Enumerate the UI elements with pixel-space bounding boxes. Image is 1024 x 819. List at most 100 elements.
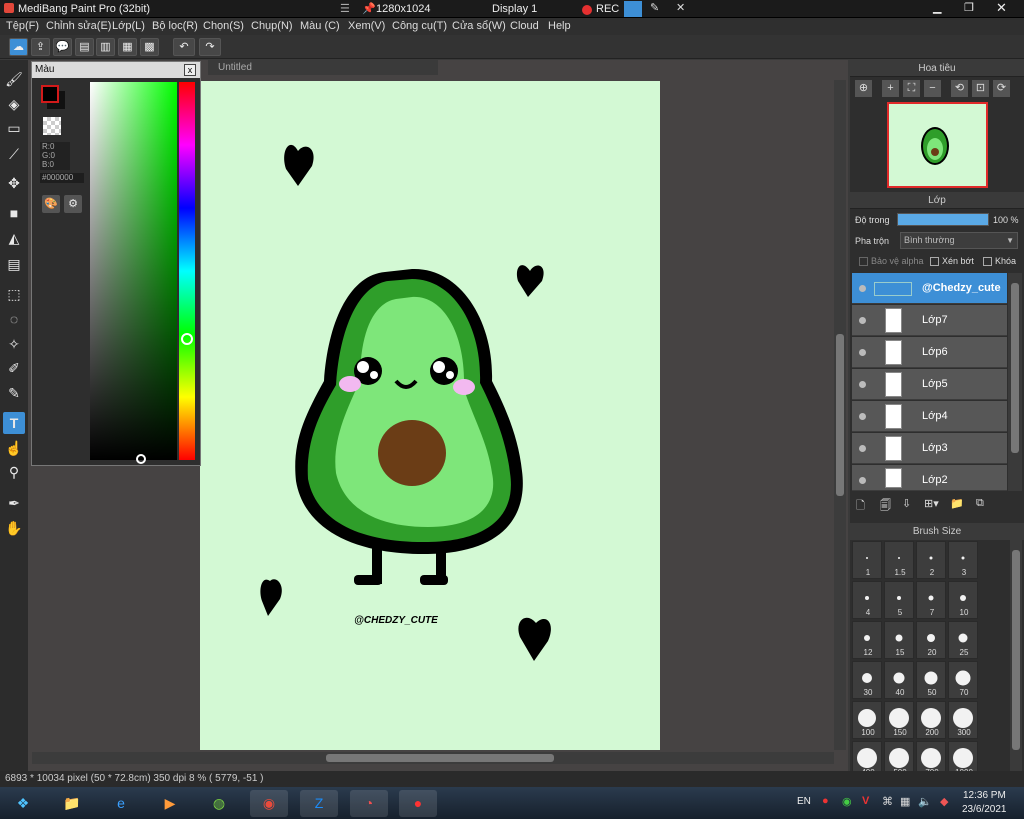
brush-size-option[interactable]: 30: [852, 661, 882, 699]
network-icon[interactable]: ▦: [900, 795, 910, 808]
hue-cursor[interactable]: [181, 333, 193, 345]
sv-cursor[interactable]: [136, 454, 146, 464]
menu-select[interactable]: Chọn(S): [203, 20, 244, 32]
color-panel-close-button[interactable]: x: [184, 64, 196, 76]
menu-edit[interactable]: Chỉnh sửa(E): [46, 20, 111, 32]
bucket-icon[interactable]: ◭: [3, 227, 25, 249]
menu-help[interactable]: Help: [548, 20, 571, 32]
document-tab[interactable]: Untitled: [208, 60, 438, 75]
layer-item[interactable]: Lớp2: [852, 465, 1007, 491]
opacity-slider[interactable]: [897, 213, 989, 226]
zoom-out-icon[interactable]: −: [924, 80, 941, 97]
hue-slider[interactable]: [179, 82, 195, 460]
app-icon[interactable]: ◍: [200, 790, 238, 817]
menu-icon[interactable]: ☰: [340, 2, 350, 15]
panel-icon[interactable]: ▦: [118, 38, 137, 56]
internet-explorer-icon[interactable]: e: [102, 790, 140, 817]
select-icon[interactable]: ⬚: [3, 283, 25, 305]
language-indicator[interactable]: EN: [797, 796, 811, 807]
pen-icon[interactable]: ✎: [650, 1, 659, 14]
zoom-in-icon[interactable]: +: [882, 80, 899, 97]
new-layer-icon[interactable]: 🗋: [856, 497, 865, 516]
zoom-icon[interactable]: ⊕: [855, 80, 872, 97]
canvas[interactable]: @CHEDZY_CUTE: [200, 81, 660, 750]
volume-icon[interactable]: 🔈: [918, 795, 932, 808]
menu-color[interactable]: Màu (C): [300, 20, 340, 32]
page-icon[interactable]: ▥: [96, 38, 115, 56]
media-player-icon[interactable]: ▶: [151, 790, 189, 817]
clock-time[interactable]: 12:36 PM: [963, 790, 1006, 801]
visibility-icon[interactable]: [859, 413, 866, 420]
tray-icon[interactable]: ●: [822, 795, 829, 807]
tray-icon[interactable]: V: [862, 795, 869, 807]
clock-date[interactable]: 23/6/2021: [962, 804, 1007, 815]
select-eraser-icon[interactable]: ✎: [3, 382, 25, 404]
menu-cloud[interactable]: Cloud: [510, 20, 539, 32]
brush-size-option[interactable]: 300: [948, 701, 978, 739]
operation-icon[interactable]: ☝: [3, 437, 25, 459]
layer-item[interactable]: @Chedzy_cute: [852, 273, 1007, 304]
gradient-icon[interactable]: ▤: [3, 253, 25, 275]
visibility-icon[interactable]: [859, 381, 866, 388]
eraser-icon[interactable]: ◈: [3, 93, 25, 115]
brush-size-option[interactable]: 15: [884, 621, 914, 659]
file-explorer-icon[interactable]: 📁: [53, 790, 91, 817]
layers-scroll-thumb[interactable]: [1011, 283, 1019, 453]
delete-layer-icon[interactable]: ⧉: [976, 497, 984, 510]
brush-size-option[interactable]: 70: [948, 661, 978, 699]
menu-file[interactable]: Tệp(F): [6, 20, 39, 32]
visibility-icon[interactable]: [859, 349, 866, 356]
brush-size-scroll-thumb[interactable]: [1012, 550, 1020, 750]
horizontal-scroll-thumb[interactable]: [326, 754, 554, 762]
start-icon[interactable]: ❖: [4, 790, 42, 817]
brush-size-option[interactable]: 10: [948, 581, 978, 619]
menu-layer[interactable]: Lớp(L): [112, 20, 145, 32]
restore-icon[interactable]: ❐: [964, 1, 974, 14]
line-icon[interactable]: ⟋: [3, 143, 25, 165]
tray-icon[interactable]: ◆: [940, 795, 948, 808]
layer-item[interactable]: Lớp3: [852, 433, 1007, 464]
brush-size-option[interactable]: 200: [916, 701, 946, 739]
lock-checkbox[interactable]: Khóa: [983, 256, 1016, 267]
brush-size-option[interactable]: 25: [948, 621, 978, 659]
layer-item[interactable]: Lớp6: [852, 337, 1007, 368]
tray-icon[interactable]: ◉: [842, 795, 852, 808]
folder-icon[interactable]: 📁: [950, 497, 964, 510]
vertical-scroll-thumb[interactable]: [836, 334, 844, 496]
saturation-value-picker[interactable]: [90, 82, 177, 464]
brush-size-option[interactable]: 40: [884, 661, 914, 699]
clipping-checkbox[interactable]: Xén bớt: [930, 256, 974, 267]
magic-wand-icon[interactable]: ✧: [3, 333, 25, 355]
zalo-icon[interactable]: Z: [300, 790, 338, 817]
tray-icon[interactable]: ⌘: [882, 795, 893, 808]
visibility-icon[interactable]: [859, 477, 866, 484]
fit-icon[interactable]: ⛶: [903, 80, 920, 97]
medibang-icon[interactable]: ◔: [350, 790, 388, 817]
speech-bubble-icon[interactable]: 💬: [53, 38, 72, 56]
brush-icon[interactable]: 🖌: [3, 68, 25, 90]
grid-icon[interactable]: ▩: [140, 38, 159, 56]
brush-size-option[interactable]: 1: [852, 541, 882, 579]
lasso-icon[interactable]: ◌: [3, 308, 25, 330]
primary-color-swatch[interactable]: [41, 85, 59, 103]
rectangle-icon[interactable]: ▭: [3, 117, 25, 139]
menu-capture[interactable]: Chụp(N): [251, 20, 293, 32]
redo-icon[interactable]: ↷: [199, 38, 221, 56]
duplicate-layer-icon[interactable]: 🗐: [880, 497, 891, 516]
text-icon[interactable]: T: [3, 412, 25, 434]
undo-icon[interactable]: ↶: [173, 38, 195, 56]
horizontal-scrollbar[interactable]: [32, 752, 834, 764]
menu-tools[interactable]: Công cụ(T): [392, 20, 447, 32]
vertical-scrollbar[interactable]: [834, 80, 846, 750]
brush-size-scrollbar[interactable]: [1010, 540, 1022, 771]
brush-size-option[interactable]: 150: [884, 701, 914, 739]
fill-rect-icon[interactable]: ■: [3, 202, 25, 224]
brush-size-option[interactable]: 5: [884, 581, 914, 619]
pin-icon[interactable]: 📌: [362, 2, 376, 15]
palette-settings-icon[interactable]: ⚙: [64, 195, 82, 213]
brush-size-option[interactable]: 1.5: [884, 541, 914, 579]
rec-button[interactable]: REC: [596, 3, 619, 15]
close-icon[interactable]: ✕: [996, 0, 1007, 16]
transparent-swatch[interactable]: [43, 117, 61, 135]
recorder-icon[interactable]: ●: [399, 790, 437, 817]
